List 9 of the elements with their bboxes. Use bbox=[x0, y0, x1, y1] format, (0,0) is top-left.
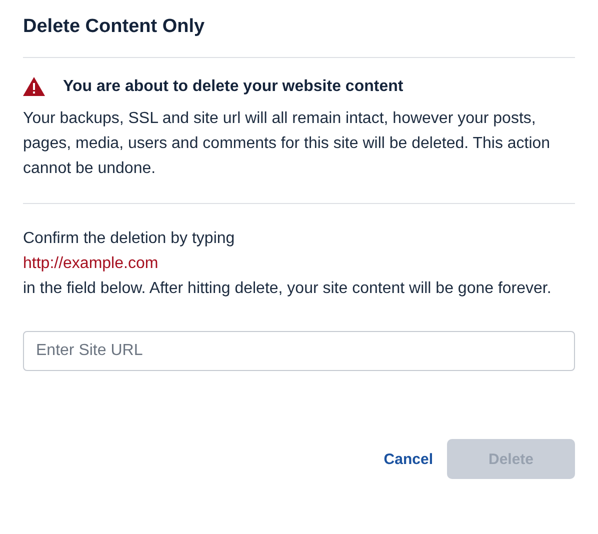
confirm-text: in the field below. After hitting delete, your site content will be gone forever. bbox=[23, 279, 552, 299]
warning-icon bbox=[23, 77, 45, 96]
warning-heading: You are about to delete your website content bbox=[63, 78, 404, 96]
confirm-text: Confirm the deletion by typing bbox=[23, 229, 235, 249]
warning-text: Your backups, SSL and site url will all remain intact, however your posts, pages, media, users and comments for this site will be deleted. This action cannot be undone. bbox=[23, 109, 552, 179]
site-url-field[interactable]: Enter Site URL bbox=[23, 331, 575, 371]
site-url: http://example.com bbox=[23, 254, 158, 274]
dialog-title: Delete Content Only bbox=[23, 16, 206, 39]
cancel-button[interactable]: Cancel bbox=[378, 442, 439, 476]
